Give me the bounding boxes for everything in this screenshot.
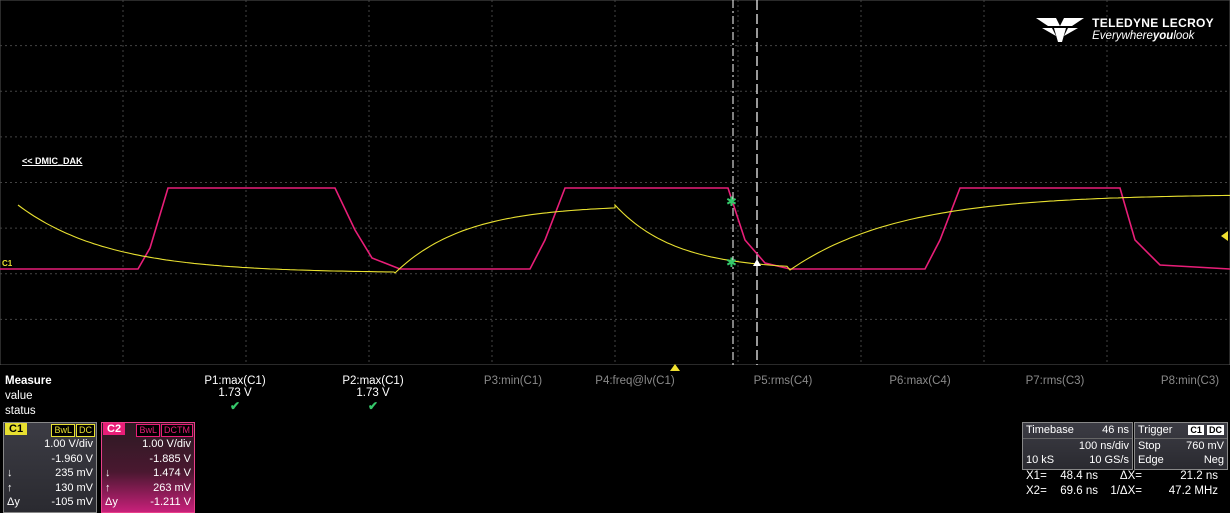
measure-marker-icon: ✱ (726, 255, 737, 270)
dx-value: 21.2 ns (1180, 470, 1218, 482)
cursor-down-icon: ↓ (7, 467, 13, 479)
measure-param-name: P3:min(C1) (483, 375, 543, 387)
measure-param-name: P4:freq@lv(C1) (595, 375, 675, 387)
timebase-delay: 46 ns (1102, 424, 1129, 436)
waveform-display[interactable]: ✱ ✱ (0, 0, 1230, 365)
trigger-mode: Stop (1138, 439, 1161, 452)
measure-param-name: P2:max(C1) (342, 375, 404, 387)
measure-param-name: P5:rms(C4) (753, 375, 813, 387)
measure-column[interactable]: P7:rms(C3) (990, 375, 1120, 387)
c1-offset: -1.960 V (51, 452, 93, 465)
channel-c2-descriptor[interactable]: C2 BwL DCTM 1.00 V/div -1.885 V ↓ 1.474 V … (101, 422, 195, 513)
trigger-level: 760 mV (1186, 439, 1224, 452)
measure-row-status: status (5, 405, 36, 417)
c1-cursor-up: 130 mV (55, 481, 93, 494)
timebase-descriptor[interactable]: Timebase 46 ns 100 ns/div 10 kS 10 GS/s (1022, 422, 1133, 470)
measure-param-name: P8:min(C3) (1160, 375, 1220, 387)
status-ok-icon: ✔ (229, 399, 241, 413)
teledyne-logo-icon (1036, 18, 1085, 42)
cursor-arrow-icon (753, 259, 761, 266)
trigger-descriptor[interactable]: Trigger C1 DC Stop 760 mV Edge Neg (1134, 422, 1228, 470)
cursor-down-icon: ↓ (105, 467, 111, 479)
x1-value: 48.4 ns (1060, 470, 1098, 482)
channel-c1-descriptor[interactable]: C1 BwL DC 1.00 V/div -1.960 V ↓ 235 mV ↑ 13… (3, 422, 97, 513)
inv-dx-value: 47.2 MHz (1168, 485, 1218, 497)
c1-vdiv: 1.00 V/div (44, 438, 93, 450)
measure-param-name: P6:max(C4) (889, 375, 951, 387)
sample-count: 10 kS (1026, 454, 1055, 466)
sample-rate: 10 GS/s (1089, 454, 1129, 466)
c2-offset: -1.885 V (149, 452, 191, 465)
c2-delta-y: -1.211 V (150, 496, 191, 508)
delta-y-label: Δy (7, 496, 20, 508)
c1-waveform (17, 194, 1230, 274)
x2-value: 69.6 ns (1060, 485, 1098, 497)
measure-marker-icon: ✱ (726, 194, 737, 209)
measure-param-value: 1.73 V (218, 387, 252, 399)
trigger-title: Trigger (1138, 424, 1173, 436)
waveform-grid: ✱✱ (0, 0, 1230, 365)
time-per-div: 100 ns/div (1078, 439, 1129, 452)
c1-cursor-down: 235 mV (55, 467, 93, 479)
brand-logo: TELEDYNE LECROY Everywhereyoulook (1034, 14, 1214, 44)
measure-row-value: value (5, 390, 33, 402)
cursor-readout: X1= 48.4 ns ΔX= 21.2 ns X2= 69.6 ns 1/ΔX… (1026, 469, 1218, 499)
inv-dx-label: 1/ΔX= (1110, 485, 1142, 497)
x2-label: X2= (1026, 485, 1047, 497)
measure-column[interactable]: P8:min(C3) (1125, 375, 1230, 387)
trigger-position-marker[interactable] (670, 364, 680, 371)
status-ok-icon: ✔ (367, 399, 379, 413)
measure-table: Measure value status P1:max(C1) 1.73 V ✔ P2… (0, 375, 1230, 423)
measure-param-name: P7:rms(C3) (1025, 375, 1085, 387)
c2-vdiv: 1.00 V/div (142, 438, 191, 450)
measure-param-name: P1:max(C1) (204, 375, 266, 387)
measure-title: Measure (5, 375, 52, 387)
bandwidth-limit-tag: BwL (136, 424, 160, 437)
coupling-tag: DCTM (161, 424, 193, 437)
measure-column[interactable]: P6:max(C4) (855, 375, 985, 387)
c2-cursor-up: 263 mV (153, 481, 191, 494)
bandwidth-limit-tag: BwL (51, 424, 75, 437)
brand-tagline: Everywhereyoulook (1092, 30, 1195, 42)
c2-cursor-down: 1.474 V (153, 467, 191, 479)
dx-label: ΔX= (1119, 470, 1142, 482)
brand-name: TELEDYNE LECROY (1092, 16, 1214, 30)
delta-y-label: Δy (105, 496, 118, 508)
timebase-title: Timebase (1026, 424, 1074, 436)
measure-column[interactable]: P1:max(C1) 1.73 V ✔ (170, 375, 300, 413)
trigger-level-marker[interactable] (1221, 231, 1228, 241)
measure-column[interactable]: P2:max(C1) 1.73 V ✔ (308, 375, 438, 413)
trigger-type: Edge (1138, 454, 1164, 466)
x1-label: X1= (1026, 470, 1047, 482)
measure-param-value: 1.73 V (356, 387, 390, 399)
coupling-tag: DC (76, 424, 95, 437)
cursor-up-icon: ↑ (105, 481, 111, 494)
c1-delta-y: -105 mV (51, 496, 93, 508)
channel-ground-marker[interactable]: C1 (2, 259, 12, 268)
cursor-up-icon: ↑ (7, 481, 13, 494)
measure-column[interactable]: P3:min(C1) (448, 375, 578, 387)
measure-column[interactable]: P5:rms(C4) (718, 375, 848, 387)
signal-label[interactable]: << DMIC_DAK (22, 156, 83, 166)
channel-c1-name: C1 (5, 423, 28, 435)
trigger-coupling-tag: DC (1207, 425, 1224, 435)
measure-column[interactable]: P4:freq@lv(C1) (570, 375, 700, 387)
channel-c2-name: C2 (103, 423, 126, 435)
trigger-source-tag: C1 (1188, 425, 1204, 435)
trigger-slope: Neg (1203, 454, 1224, 466)
